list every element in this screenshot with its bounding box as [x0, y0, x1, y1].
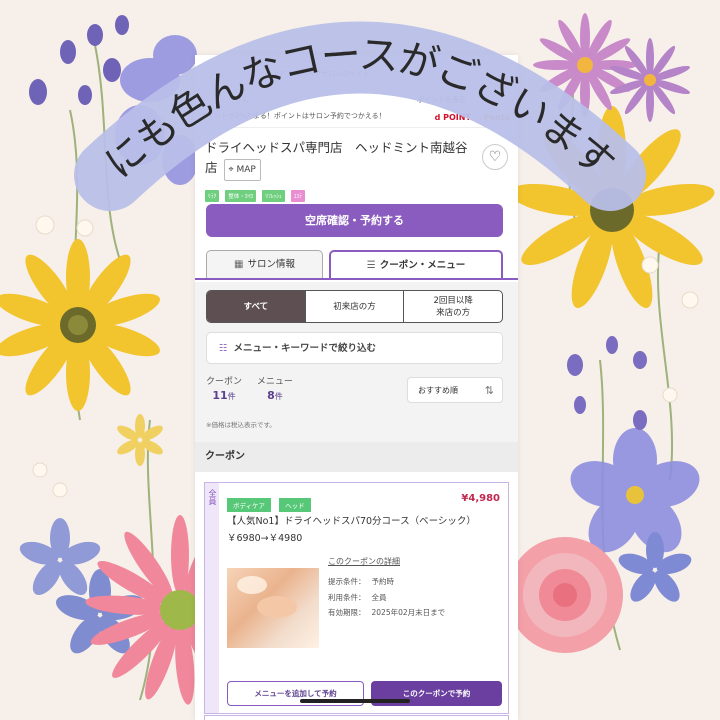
coupon-menu-panel: すべて 初来店の方 2回目以降 来店の方 ☷ メニュー・キーワードで絞り込む クー…	[195, 282, 518, 442]
expiry-label: 有効期限：	[328, 608, 366, 617]
coupon-count: クーポン 11件	[206, 374, 242, 402]
sort-select[interactable]: おすすめ順 ⇅	[407, 377, 503, 403]
expiry-value: 2025年02月末日まで	[371, 608, 446, 617]
arc-banner: 他にも色んなコースがございます！	[0, 0, 646, 211]
coupon-card: 全員 ボディケア ヘッド ¥4,980 【人気No1】ドライヘッドスパ70分コー…	[204, 482, 509, 714]
menu-count-value: 8	[267, 389, 275, 402]
count-unit: 件	[227, 392, 236, 401]
segment-first-visit[interactable]: 初来店の方	[304, 291, 404, 322]
count-unit: 件	[274, 392, 283, 401]
coupon-tags: ボディケア ヘッド	[227, 493, 314, 512]
coupon-target-text: 全員	[208, 489, 217, 505]
coupon-target-label: 全員	[205, 483, 219, 713]
coupon-tag: ボディケア	[227, 498, 272, 512]
coupon-meta: 提示条件： 予約時 利用条件： 全員 有効期限： 2025年02月末日まで	[328, 574, 451, 621]
coupon-thumbnail	[227, 568, 319, 648]
coupon-section-heading: クーポン	[195, 442, 518, 472]
sort-arrows-icon: ⇅	[484, 384, 494, 397]
sort-label: おすすめ順	[418, 386, 458, 395]
tab-salon-info-label: サロン情報	[247, 259, 295, 270]
segment-all[interactable]: すべて	[207, 291, 305, 322]
usage-value: 全員	[371, 592, 387, 602]
coupon-count-value: 11	[212, 389, 228, 402]
coupon-details-link[interactable]: このクーポンの詳細	[328, 556, 400, 567]
usage-label: 利用条件：	[328, 592, 366, 602]
menu-count-label: メニュー	[256, 377, 293, 387]
visitor-segment-control: すべて 初来店の方 2回目以降 来店の方	[206, 290, 503, 323]
filter-label: メニュー・キーワードで絞り込む	[233, 343, 377, 354]
keyword-filter-button[interactable]: ☷ メニュー・キーワードで絞り込む	[206, 332, 503, 364]
segment-repeat-visit[interactable]: 2回目以降 来店の方	[403, 291, 502, 322]
result-counts: クーポン 11件 メニュー 8件	[206, 374, 305, 402]
home-indicator	[300, 699, 410, 703]
coupon-tag: ヘッド	[279, 498, 311, 512]
conditions-value: 予約時	[371, 577, 395, 586]
tax-note: ※価格は税込表示です。	[206, 421, 276, 429]
coupon-title: 【人気No1】ドライヘッドスパ70分コース（ベーシック）￥6980→￥4980	[227, 516, 476, 544]
coupon-price: ¥4,980	[461, 493, 500, 504]
next-coupon-peek	[204, 715, 509, 720]
filter-sliders-icon: ☷	[219, 343, 228, 354]
coupon-count-label: クーポン	[206, 377, 243, 387]
conditions-label: 提示条件：	[328, 577, 366, 586]
menu-count: メニュー 8件	[257, 374, 293, 402]
tab-coupon-menu-label: クーポン・メニュー	[379, 260, 466, 271]
